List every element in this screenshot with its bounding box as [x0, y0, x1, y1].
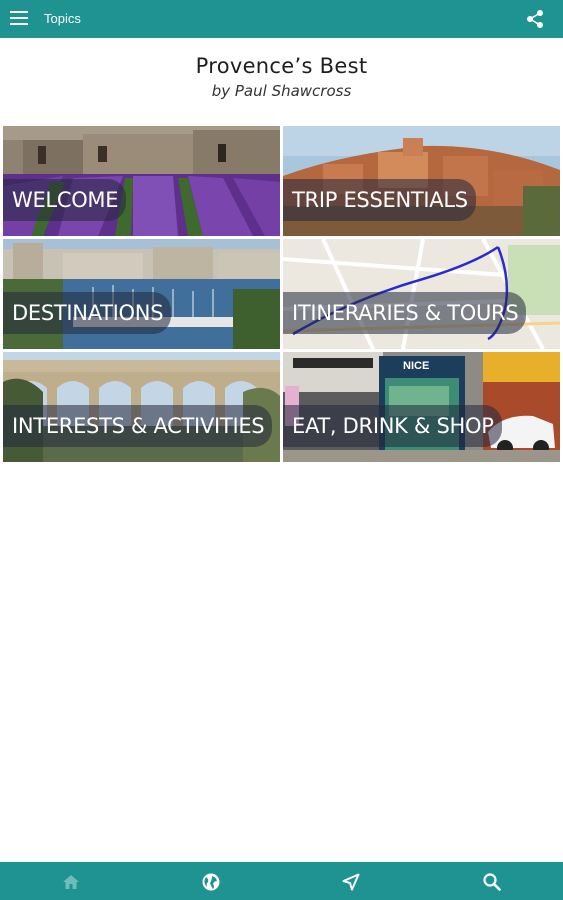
page-title: Topics: [44, 11, 81, 26]
search-icon[interactable]: [482, 872, 502, 892]
book-title: Provence’s Best: [195, 54, 368, 78]
tile-label-box: WELCOME: [3, 179, 127, 221]
tile-label-box: DESTINATIONS: [3, 292, 172, 334]
share-icon[interactable]: [525, 9, 545, 29]
bottom-nav-bar: [0, 862, 563, 900]
tile-label: EAT, DRINK & SHOP: [292, 414, 494, 438]
globe-icon[interactable]: [201, 872, 221, 892]
tile-label: ITINERARIES & TOURS: [292, 301, 519, 325]
tile-label: INTERESTS & ACTIVITIES: [12, 414, 265, 438]
tile-label-box: INTERESTS & ACTIVITIES: [3, 405, 273, 447]
tile-eat-drink-shop[interactable]: NICE EAT, DRINK & SHOP: [283, 352, 560, 462]
tile-label: TRIP ESSENTIALS: [292, 188, 468, 212]
tile-label-box: EAT, DRINK & SHOP: [283, 405, 502, 447]
tile-itineraries-tours[interactable]: ITINERARIES & TOURS: [283, 239, 560, 349]
home-icon[interactable]: [61, 872, 81, 892]
tile-label: WELCOME: [12, 188, 119, 212]
shop-sign-text: NICE: [403, 360, 430, 372]
tile-label-box: ITINERARIES & TOURS: [283, 292, 527, 334]
book-header: Provence’s Best by Paul Shawcross: [0, 54, 563, 100]
book-author: by Paul Shawcross: [211, 82, 352, 100]
tile-trip-essentials[interactable]: TRIP ESSENTIALS: [283, 126, 560, 236]
navigation-arrow-icon[interactable]: [341, 872, 361, 892]
top-app-bar: Topics: [0, 0, 563, 38]
tile-welcome[interactable]: WELCOME: [3, 126, 280, 236]
tile-interests-activities[interactable]: INTERESTS & ACTIVITIES: [3, 352, 280, 462]
tile-label-box: TRIP ESSENTIALS: [283, 179, 476, 221]
tile-destinations[interactable]: DESTINATIONS: [3, 239, 280, 349]
tile-label: DESTINATIONS: [12, 301, 164, 325]
hamburger-menu-icon[interactable]: [10, 11, 28, 27]
